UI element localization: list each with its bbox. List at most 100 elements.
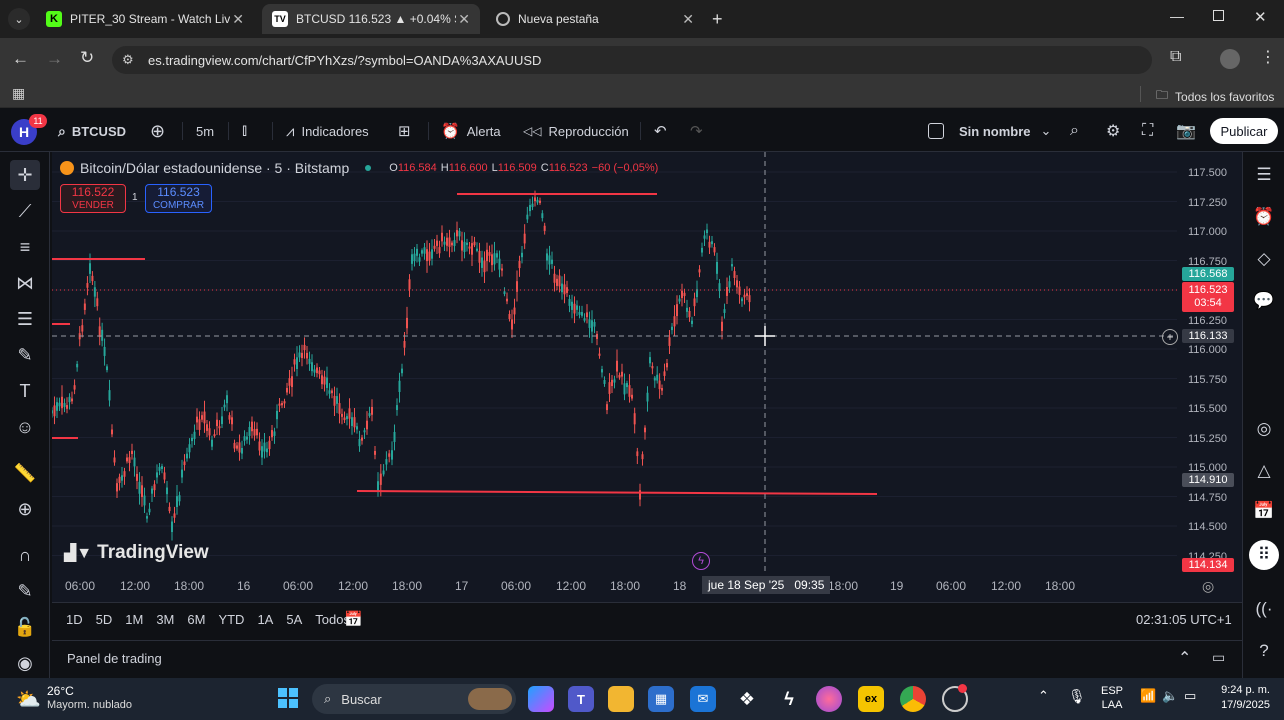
range-1d[interactable]: 1D [66,612,83,627]
forward-arrow-icon[interactable]: → [46,49,63,69]
minimize-icon[interactable]: — [1170,8,1184,24]
broadcast-icon[interactable]: ((· [1251,596,1277,622]
close-icon[interactable]: ✕ [458,11,470,28]
range-5d[interactable]: 5D [96,612,113,627]
date-range-calendar-icon[interactable]: 📅 [344,610,363,628]
site-settings-icon[interactable]: ⚙ [122,52,134,68]
settings-gear-icon[interactable]: ⚙ [1106,110,1120,152]
battery-icon[interactable]: ▭ [1184,688,1196,704]
camera-snapshot-icon[interactable]: 📷 [1176,110,1196,152]
range-6m[interactable]: 6M [187,612,205,627]
axis-settings-icon[interactable]: ◎ [1202,578,1214,595]
templates-grid-icon[interactable]: ⊞ [398,110,411,152]
redo-icon[interactable]: ↷ [690,110,703,152]
buy-button[interactable]: 116.523 COMPRAR [145,184,212,213]
profile-avatar[interactable] [1220,49,1240,69]
layers-icon[interactable]: ◇ [1251,246,1277,272]
chat-icon[interactable]: 💬 [1251,288,1277,314]
dropbox-icon[interactable]: ❖ [734,686,760,712]
store-icon[interactable]: ▦ [648,686,674,712]
lock-icon[interactable]: 🔓 [10,612,40,642]
range-1m[interactable]: 1M [125,612,143,627]
file-explorer-icon[interactable] [608,686,634,712]
tab-btcusd[interactable]: TV BTCUSD 116.523 ▲ +0.04% Sin ✕ [262,4,480,34]
compare-plus-icon[interactable]: ⊕ [150,110,165,152]
magnet-icon[interactable]: ∩ [10,540,40,570]
target-icon[interactable]: ◎ [1251,416,1277,442]
microphone-icon[interactable]: 🎙 [1068,688,1086,705]
chrome-taskbar-icon[interactable] [900,686,926,712]
chevron-up-icon[interactable]: ⌃ [1178,648,1191,668]
wifi-icon[interactable]: 📶 [1140,688,1156,704]
fullscreen-icon[interactable]: ⛶ [1142,110,1153,152]
extensions-icon[interactable]: ⧉ [1170,48,1181,66]
sell-button[interactable]: 116.522 VENDER [60,184,126,213]
alarm-icon[interactable]: ⏰ [1251,204,1277,230]
lightning-event-icon[interactable]: ϟ [692,552,710,570]
symbol-search-button[interactable]: ⌕ BTCUSD [58,110,126,152]
range-5a[interactable]: 5A [286,612,302,627]
emoji-icon[interactable]: ☺ [10,412,40,442]
watchlist-icon[interactable]: ☰ [1251,162,1277,188]
close-icon[interactable]: ✕ [232,11,244,28]
windows-start-icon[interactable] [278,688,298,708]
language-indicator[interactable]: ESP LAA [1101,684,1123,712]
browser-app-icon[interactable] [816,686,842,712]
apps-grid-icon[interactable]: ▦ [12,85,25,102]
new-tab-plus-icon[interactable]: + [712,9,723,30]
range-1a[interactable]: 1A [257,612,273,627]
bolt-app-icon[interactable]: ϟ [776,686,802,712]
brush-icon[interactable]: ✎ [10,340,40,370]
mail-icon[interactable]: ✉ [690,686,716,712]
layout-name-button[interactable]: Sin nombre ⌄ [928,110,1051,152]
copilot-icon[interactable] [528,686,554,712]
interval-button[interactable]: 5m [196,110,214,152]
lock-drawing-icon[interactable]: ✎ [10,576,40,606]
ideas-icon[interactable]: △ [1251,458,1277,484]
tradingview-watermark[interactable]: ▟▼ TradingView [64,542,209,564]
weather-cloud-icon[interactable]: ⛅ [16,687,41,712]
replay-button[interactable]: ◁◁ Reproducción [523,110,629,152]
eye-icon[interactable]: ◉ [10,648,40,678]
range-ytd[interactable]: YTD [218,612,244,627]
help-icon[interactable]: ? [1251,638,1277,664]
chevron-up-tray-icon[interactable]: ⌃ [1038,688,1049,704]
text-icon[interactable]: T [10,376,40,406]
url-bar[interactable]: ⚙ es.tradingview.com/chart/CfPYhXzs/?sym… [112,46,1152,74]
crosshair-icon[interactable]: ✛ [10,160,40,190]
horizontal-lines-icon[interactable]: ≡ [10,232,40,262]
ruler-icon[interactable]: 📏 [10,458,40,488]
taskbar-search-input[interactable]: ⌕ Buscar [312,684,516,714]
maximize-panel-icon[interactable]: ▭ [1212,649,1225,666]
teams-icon[interactable]: T [568,686,594,712]
candles-chart-type-icon[interactable]: ⫾ [242,110,247,152]
back-arrow-icon[interactable]: ← [12,49,29,69]
price-chart-svg[interactable] [52,152,1242,602]
pattern-icon[interactable]: ⋈ [10,268,40,298]
add-alert-plus-icon[interactable]: + [1162,329,1178,345]
undo-icon[interactable]: ↶ [654,110,667,152]
range-3m[interactable]: 3M [156,612,174,627]
calendar-icon[interactable]: 📅 [1251,498,1277,524]
chart-pane[interactable]: Bitcoin/Dólar estadounidense · 5 · Bitst… [52,152,1242,602]
close-window-icon[interactable]: ✕ [1254,8,1267,26]
quick-search-icon[interactable]: ⌕ [1070,110,1079,152]
apps-dots-icon[interactable]: ⠿ [1249,540,1279,570]
trading-panel-bar[interactable]: Panel de trading ⌃ ▭ [52,640,1242,676]
maximize-icon[interactable] [1213,10,1224,21]
volume-icon[interactable]: 🔈 [1162,688,1178,704]
all-bookmarks-button[interactable]: 🗀 Todos los favoritos [1156,86,1274,107]
utc-clock[interactable]: 02:31:05 UTC+1 [1136,612,1232,627]
exness-icon[interactable]: ex [858,686,884,712]
tab-search-chevron-icon[interactable]: ⌄ [8,8,30,30]
tab-new[interactable]: Nueva pestaña ✕ [486,4,704,34]
indicators-button[interactable]: ⩘ Indicadores [286,110,369,152]
publish-button[interactable]: Publicar [1210,118,1278,144]
trend-line-icon[interactable]: ⟋ [10,196,40,226]
system-clock[interactable]: 9:24 p. m. 17/9/2025 [1208,683,1270,713]
reload-icon[interactable]: ↻ [80,48,94,68]
alert-button[interactable]: ⏰ Alerta [441,110,501,152]
fib-icon[interactable]: ☰ [10,304,40,334]
zoom-in-icon[interactable]: ⊕ [10,494,40,524]
tab-piter-stream[interactable]: K PITER_30 Stream - Watch Live c ✕ [36,4,254,34]
